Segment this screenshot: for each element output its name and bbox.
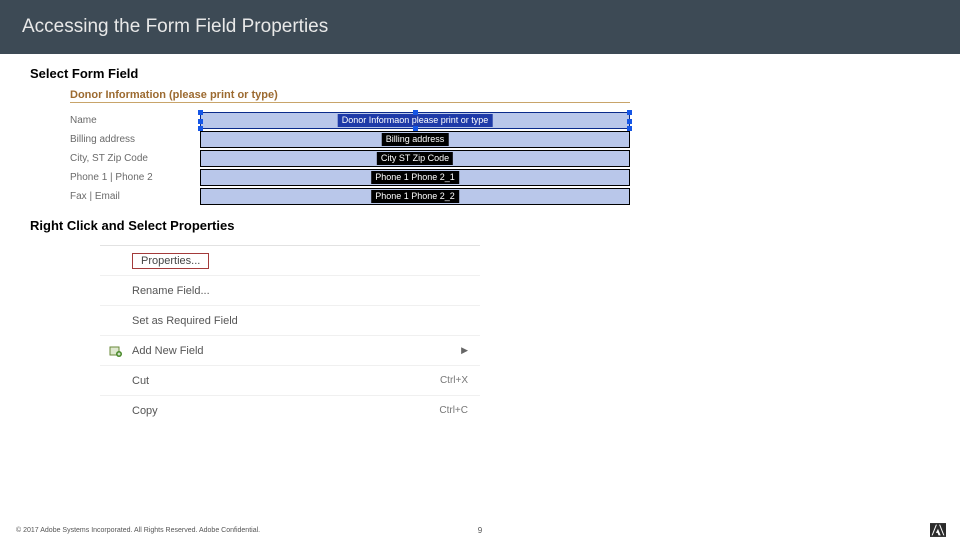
menu-label: Copy [132, 405, 158, 417]
resize-handle[interactable] [198, 110, 203, 115]
form-row: Fax | Email Phone 1 Phone 2_2 [70, 187, 630, 206]
menu-item-copy[interactable]: Copy Ctrl+C [100, 396, 480, 420]
context-menu: Properties... Rename Field... Set as Req… [100, 245, 480, 420]
form-row: Billing address Billing address [70, 130, 630, 149]
resize-handle[interactable] [627, 110, 632, 115]
row-label: City, ST Zip Code [70, 153, 200, 164]
form-field[interactable]: Billing address [200, 131, 630, 148]
menu-item-rename[interactable]: Rename Field... [100, 276, 480, 306]
menu-label: Cut [132, 375, 149, 387]
title-bar: Accessing the Form Field Properties [0, 0, 960, 54]
form-field[interactable]: City ST Zip Code [200, 150, 630, 167]
properties-highlight: Properties... [132, 253, 209, 269]
footer: © 2017 Adobe Systems Incorporated. All R… [0, 520, 960, 540]
panel-rows: Name Donor Informaon please print or typ… [70, 111, 630, 206]
slide-content: Select Form Field Donor Information (ple… [0, 54, 960, 420]
menu-shortcut: Ctrl+X [440, 375, 468, 386]
copyright: © 2017 Adobe Systems Incorporated. All R… [16, 527, 260, 534]
adobe-logo-icon [930, 522, 946, 538]
donor-info-panel: Donor Information (please print or type)… [70, 88, 630, 206]
resize-handle[interactable] [627, 119, 632, 124]
field-tag: Phone 1 Phone 2_1 [371, 171, 459, 184]
menu-label: Add New Field [132, 345, 204, 357]
row-label: Phone 1 | Phone 2 [70, 172, 200, 183]
add-field-icon [109, 344, 123, 361]
field-tag: Billing address [382, 133, 449, 146]
form-field-selected[interactable]: Donor Informaon please print or type [200, 112, 630, 129]
submenu-arrow-icon: ▶ [461, 345, 468, 356]
menu-item-add-field[interactable]: Add New Field ▶ [100, 336, 480, 366]
menu-item-cut[interactable]: Cut Ctrl+X [100, 366, 480, 396]
step1-label: Select Form Field [30, 66, 934, 82]
form-row: City, ST Zip Code City ST Zip Code [70, 149, 630, 168]
menu-item-required[interactable]: Set as Required Field [100, 306, 480, 336]
menu-label: Set as Required Field [132, 315, 238, 327]
field-tag: Phone 1 Phone 2_2 [371, 190, 459, 203]
form-row: Phone 1 | Phone 2 Phone 1 Phone 2_1 [70, 168, 630, 187]
resize-handle[interactable] [198, 119, 203, 124]
form-field[interactable]: Phone 1 Phone 2_1 [200, 169, 630, 186]
page-title: Accessing the Form Field Properties [22, 16, 328, 38]
resize-handle[interactable] [413, 110, 418, 115]
panel-header: Donor Information (please print or type) [70, 88, 630, 103]
row-label: Billing address [70, 134, 200, 145]
menu-item-properties[interactable]: Properties... [100, 246, 480, 276]
form-row: Name Donor Informaon please print or typ… [70, 111, 630, 130]
menu-shortcut: Ctrl+C [439, 405, 468, 416]
row-label: Name [70, 115, 200, 126]
form-field[interactable]: Phone 1 Phone 2_2 [200, 188, 630, 205]
field-tag: City ST Zip Code [377, 152, 453, 165]
step2-label: Right Click and Select Properties [30, 218, 934, 233]
row-label: Fax | Email [70, 191, 200, 202]
menu-label: Rename Field... [132, 285, 210, 297]
page-number: 9 [478, 526, 482, 535]
